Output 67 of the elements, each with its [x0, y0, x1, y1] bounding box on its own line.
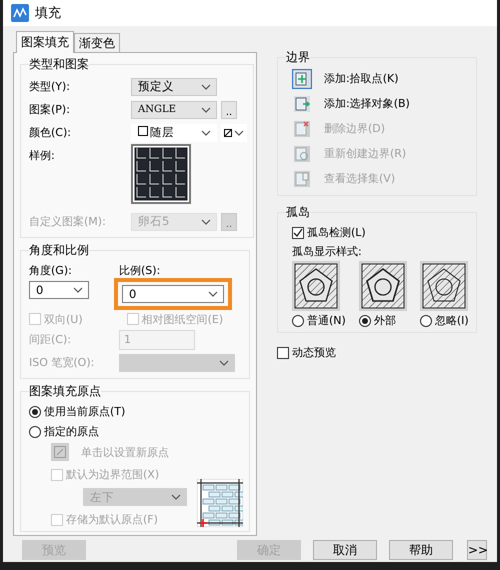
radio-button[interactable]: 普通(N) [292, 313, 346, 328]
field-label: 角度(G): [29, 263, 73, 278]
boundary-action[interactable]: 添加:拾取点(K) [286, 66, 470, 91]
radio-circle[interactable] [420, 314, 432, 326]
dialog-button[interactable]: 帮助 [389, 540, 453, 560]
radio-circle[interactable] [29, 426, 41, 438]
field-label: 图案(P): [29, 102, 71, 117]
radio-button[interactable]: 忽略(I) [420, 313, 469, 328]
pattern-sample-drawing [131, 144, 191, 204]
tab[interactable]: 渐变色 [74, 33, 120, 52]
island-style-drawing [358, 261, 407, 311]
field-label: 间距(C): [29, 332, 72, 347]
tab[interactable]: 图案填充 [16, 31, 74, 53]
field-label: 样例: [29, 148, 56, 163]
pattern-dropdown[interactable]: ANGLE [131, 100, 217, 118]
field-label: 比例(S): [119, 263, 162, 278]
hatch-cross-icon [292, 118, 312, 138]
chevron-icon [219, 360, 229, 366]
checkbox[interactable]: 孤岛检测(L) [292, 225, 470, 240]
island-style-drawing [292, 261, 340, 311]
dialog-button[interactable]: >> [467, 540, 487, 560]
group-title: 孤岛 [286, 204, 310, 221]
color-dropdown[interactable]: 随层 [131, 124, 217, 142]
hatch-plus-icon [292, 68, 312, 88]
chevron-icon [201, 84, 211, 90]
chevron-icon [201, 130, 211, 136]
origin-icon [54, 446, 66, 458]
group-title: 类型和图案 [29, 56, 89, 73]
chevron-icon [201, 106, 211, 112]
browse-button[interactable]: .. [221, 100, 237, 118]
check-icon [293, 228, 303, 238]
no-color-icon [224, 128, 232, 136]
group-title: 角度和比例 [29, 242, 89, 259]
radio-button[interactable]: 外部 [358, 313, 396, 328]
chevron-icon [201, 218, 211, 224]
dialog-button[interactable]: 取消 [313, 540, 377, 560]
field-label: 颜色(C): [29, 125, 72, 140]
hatch-loop-icon [292, 144, 312, 164]
chevron-icon [234, 130, 244, 136]
group-title: 边界 [286, 49, 310, 66]
field-label: 类型(Y): [29, 79, 72, 94]
boundary-action[interactable]: 添加:选择对象(B) [286, 91, 470, 116]
brick-origin-drawing [197, 479, 243, 527]
app-icon [11, 4, 29, 22]
chevron-icon [73, 287, 83, 293]
radio-button[interactable]: 指定的原点 [29, 424, 243, 439]
checkbox-box[interactable] [277, 346, 289, 358]
checkbox-box[interactable] [292, 226, 304, 238]
field-label: 孤岛显示样式: [291, 244, 363, 260]
radio-circle[interactable] [29, 406, 41, 418]
type-dropdown[interactable]: 预定义 [131, 78, 217, 96]
radio-button[interactable]: 使用当前原点(T) [29, 404, 243, 419]
radio-circle[interactable] [292, 314, 304, 326]
hatch-page-icon [292, 168, 312, 188]
scale-dropdown[interactable]: 0 [122, 285, 224, 303]
island-style-drawing [420, 261, 468, 311]
group-title: 图案填充原点 [29, 383, 101, 400]
chevron-icon [171, 494, 181, 500]
field-label: ISO 笔宽(O): [29, 355, 96, 370]
field-label: 自定义图案(M): [29, 214, 107, 229]
window-title: 填充 [35, 5, 61, 22]
checkbox[interactable]: 动态预览 [277, 345, 477, 360]
set-origin-label: 单击以设置新原点 [81, 444, 169, 460]
radio-circle[interactable] [358, 314, 371, 326]
chevron-icon [208, 291, 218, 297]
background-color-dropdown[interactable] [221, 124, 247, 142]
rotation-dropdown[interactable]: 0 [29, 281, 89, 299]
